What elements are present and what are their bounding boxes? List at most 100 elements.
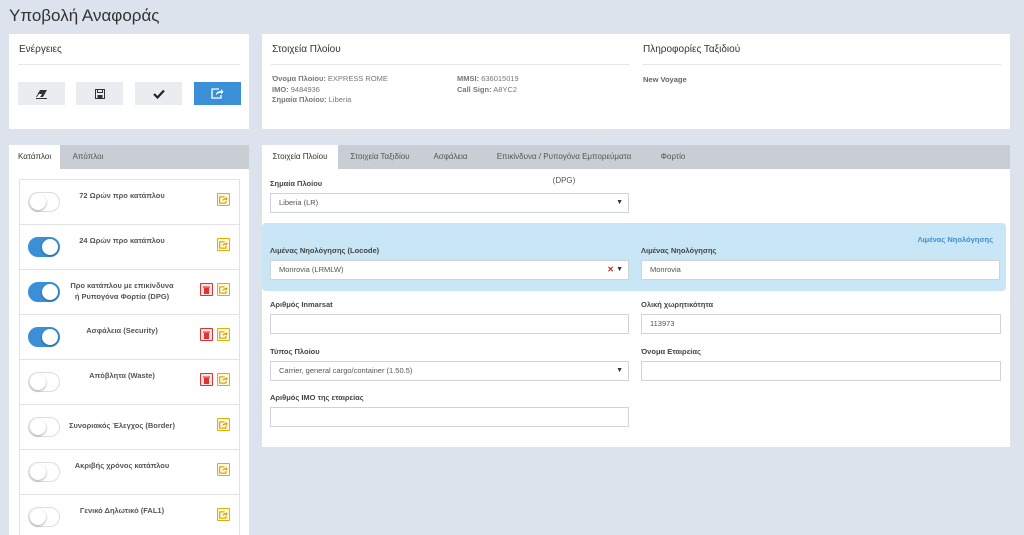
eraser-button[interactable]: [18, 82, 65, 105]
share-export-icon: [219, 330, 228, 339]
tab-voyage-details[interactable]: Στοιχεία Ταξιδίου: [338, 145, 422, 169]
toggle-switch[interactable]: [28, 327, 60, 347]
list-item: Γενικό Δηλωτικό (FAL1): [20, 495, 239, 535]
report-label: Συνοριακός Έλεγχος (Border): [69, 421, 175, 430]
submit-button[interactable]: [194, 82, 241, 105]
share-export-icon: [219, 240, 228, 249]
list-item: 24 Ωρών προ κατάπλου: [20, 225, 239, 270]
company-imo-label: Αριθμός IMO της εταιρείας: [270, 393, 364, 402]
ship-ids: MMSI: 636015019 Call Sign: A8YC2: [457, 74, 519, 94]
left-tabbar: Κατάπλοι Απόπλοι: [9, 145, 249, 169]
ship-type-label: Τύπος Πλοίου: [270, 347, 320, 356]
divider: [18, 64, 240, 65]
toggle-switch[interactable]: [28, 282, 60, 302]
page-title: Υποβολή Αναφοράς: [9, 6, 160, 25]
right-tabbar: Στοιχεία Πλοίου Στοιχεία Ταξιδίου Ασφάλε…: [262, 145, 1010, 185]
ship-details: Όνομα Πλοίου: EXPRESS ROME IMO: 9484936 …: [272, 74, 388, 104]
edit-button[interactable]: [217, 508, 230, 521]
tab-cargo[interactable]: Φορτίο: [649, 145, 697, 169]
caret-down-icon: ▼: [616, 266, 623, 273]
toggle-knob: [42, 329, 58, 345]
info-panel: Στοιχεία Πλοίου Πληροφορίες Ταξιδιού Όνο…: [262, 34, 1010, 129]
share-export-icon: [211, 88, 224, 99]
port-registry-link[interactable]: Λιμένας Νηολόγησης: [918, 235, 993, 244]
company-imo-input[interactable]: [270, 407, 629, 427]
ship-flag-value: Liberia: [328, 95, 352, 104]
edit-button[interactable]: [217, 238, 230, 251]
list-item: Συνοριακός Έλεγχος (Border): [20, 405, 239, 450]
list-item: Προ κατάπλου με επικίνδυνα ή Ρυπογόνα Φο…: [20, 270, 239, 315]
divider: [643, 64, 1001, 65]
eraser-icon: [35, 89, 47, 99]
toggle-switch[interactable]: [28, 462, 60, 482]
tab-dpg[interactable]: Επικίνδυνα / Ρυπογόνα Εμπορεύματα (DPG): [479, 145, 649, 185]
toggle-knob: [42, 284, 58, 300]
toggle-switch[interactable]: [28, 192, 60, 212]
flag-label: Σημαία Πλοίου: [270, 179, 323, 188]
trash-icon: [203, 376, 210, 384]
checkmark-icon: [152, 89, 165, 99]
delete-button[interactable]: [200, 283, 213, 296]
list-item: Ακριβής χρόνος κατάπλου: [20, 450, 239, 495]
ship-form-panel: Στοιχεία Πλοίου Στοιχεία Ταξιδίου Ασφάλε…: [262, 145, 1010, 447]
edit-button[interactable]: [217, 463, 230, 476]
toggle-knob: [42, 239, 58, 255]
flag-select[interactable]: Liberia (LR) ▼: [270, 193, 629, 213]
edit-button[interactable]: [217, 283, 230, 296]
actions-heading: Ενέργειες: [19, 44, 62, 55]
tab-departures[interactable]: Απόπλοι: [60, 145, 116, 169]
list-item: 72 Ωρών προ κατάπλου: [20, 180, 239, 225]
share-export-icon: [219, 375, 228, 384]
edit-button[interactable]: [217, 418, 230, 431]
edit-button[interactable]: [217, 373, 230, 386]
port-input[interactable]: Monrovia: [641, 260, 1000, 280]
inmarsat-input[interactable]: [270, 314, 629, 334]
voyage-info-heading: Πληροφορίες Ταξιδιού: [643, 44, 741, 55]
report-label: 72 Ωρών προ κατάπλου: [79, 191, 165, 200]
clear-icon[interactable]: ✕: [607, 261, 614, 279]
report-label: Προ κατάπλου με επικίνδυνα ή Ρυπογόνα Φο…: [70, 281, 174, 301]
tab-ship-details[interactable]: Στοιχεία Πλοίου: [262, 145, 338, 169]
report-types-panel: Κατάπλοι Απόπλοι 72 Ωρών προ κατάπλου 24 …: [9, 145, 249, 535]
tab-security[interactable]: Ασφάλεια: [422, 145, 479, 169]
toggle-switch[interactable]: [28, 507, 60, 527]
edit-button[interactable]: [217, 193, 230, 206]
toggle-switch[interactable]: [28, 372, 60, 392]
share-export-icon: [219, 195, 228, 204]
ship-imo-value: 9484936: [290, 84, 320, 94]
port-locode-label: Λιμένας Νηολόγησης (Locode): [270, 246, 380, 255]
delete-button[interactable]: [200, 373, 213, 386]
toggle-knob: [30, 419, 46, 435]
callsign-value: A8YC2: [493, 84, 518, 94]
report-label: Ακριβής χρόνος κατάπλου: [74, 461, 170, 470]
list-item: Ασφάλεια (Security): [20, 315, 239, 360]
report-label: 24 Ωρών προ κατάπλου: [79, 236, 165, 245]
toggle-knob: [30, 509, 46, 525]
port-locode-select[interactable]: Monrovia (LRMLW) ✕ ▼: [270, 260, 629, 280]
delete-button[interactable]: [200, 328, 213, 341]
port-registry-box: Λιμένας Νηολόγησης Λιμένας Νηολόγησης (L…: [262, 223, 1006, 291]
toggle-knob: [30, 194, 46, 210]
toggle-switch[interactable]: [28, 417, 60, 437]
tonnage-input[interactable]: 113973: [641, 314, 1001, 334]
voyage-value: New Voyage: [643, 75, 687, 84]
share-export-icon: [219, 285, 228, 294]
company-label: Όνομα Εταιρείας: [641, 347, 701, 356]
report-label: Γενικό Δηλωτικό (FAL1): [79, 506, 165, 515]
check-button[interactable]: [135, 82, 182, 105]
edit-button[interactable]: [217, 328, 230, 341]
mmsi-value: 636015019: [481, 74, 519, 83]
toggle-knob: [30, 374, 46, 390]
tab-arrivals[interactable]: Κατάπλοι: [9, 145, 60, 169]
ship-info-heading: Στοιχεία Πλοίου: [272, 44, 341, 55]
share-export-icon: [219, 420, 228, 429]
ship-type-select[interactable]: Carrier, general cargo/container (1.50.5…: [270, 361, 629, 381]
port-label: Λιμένας Νηολόγησης: [641, 246, 717, 255]
report-list: 72 Ωρών προ κατάπλου 24 Ωρών προ κατάπλου…: [19, 179, 240, 535]
save-button[interactable]: [76, 82, 123, 105]
toggle-knob: [30, 464, 46, 480]
trash-icon: [203, 331, 210, 339]
company-input[interactable]: [641, 361, 1001, 381]
toggle-switch[interactable]: [28, 237, 60, 257]
ship-name-value: EXPRESS ROME: [327, 74, 388, 83]
